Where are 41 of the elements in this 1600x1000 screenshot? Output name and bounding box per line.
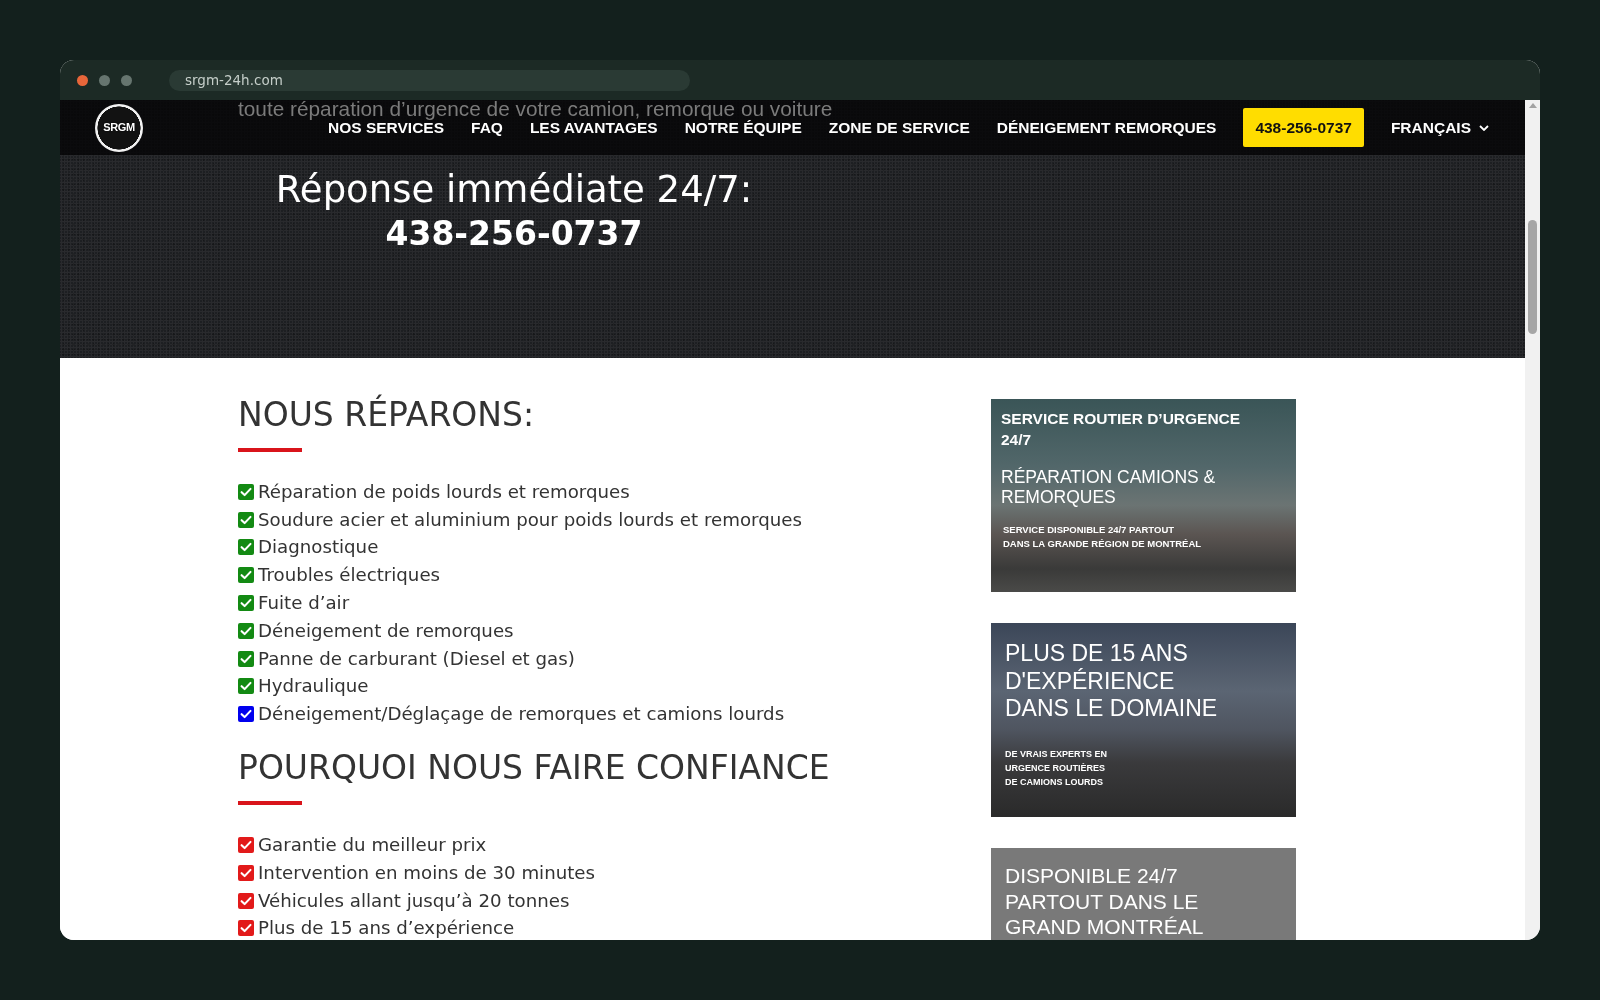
nav-link[interactable]: ZONE DE SERVICE <box>828 119 970 136</box>
list-item-text: Déneigement de remorques <box>258 620 514 641</box>
nav-link[interactable]: NOS SERVICES <box>328 119 445 136</box>
window-dot-icon[interactable] <box>121 74 132 86</box>
chevron-down-icon <box>1479 124 1489 131</box>
section-heading: POURQUOI NOUS FAIRE CONFIANCE <box>238 749 831 788</box>
banner-note: SERVICE DISPONIBLE 24/7 PARTOUT DANS LA GRANDE RÉGION DE MONTRÉAL <box>1003 523 1203 551</box>
intro-text: toute réparation d’urgence de votre camion, remorque ou voiture <box>238 100 833 118</box>
nav-link[interactable]: FAQ <box>471 119 503 136</box>
list-item-text: Plus de 15 ans d’expérience <box>258 918 515 939</box>
phone-button[interactable]: 438-256-0737 <box>1243 108 1364 147</box>
list-item-text: Soudure acier et aluminium pour poids lourds et remorques <box>258 509 802 530</box>
banner-title: SERVICE ROUTIER D’URGENCE 24/7 <box>1001 409 1242 450</box>
list-item-text: Panne de carburant (Diesel et gas) <box>258 648 575 669</box>
list-item-text: Déneigement/Déglaçage de remorques et camions lourds <box>258 704 785 725</box>
list-item-text: Diagnostique <box>258 537 379 558</box>
nav-link[interactable]: LES AVANTAGES <box>529 119 658 136</box>
nav-link[interactable]: NOTRE ÉQUIPE <box>684 119 802 136</box>
hero-headline: Réponse immédiate 24/7: <box>274 169 754 211</box>
logo[interactable]: SRGM <box>95 103 143 152</box>
section-heading: NOUS RÉPARONS: <box>238 396 536 434</box>
window-dot-icon[interactable] <box>99 74 110 86</box>
scroll-up-arrow-icon[interactable] <box>1528 103 1537 108</box>
hero-phone-number[interactable]: 438-256-0737 <box>385 214 643 254</box>
address-bar[interactable]: srgm-24h.com <box>169 69 690 91</box>
banner-title: PLUS DE 15 ANS D'EXPÉRIENCE DANS LE DOMAINE <box>1005 640 1219 723</box>
window-dot-icon[interactable] <box>77 74 88 86</box>
list-item-text: Véhicules allant jusqu’à 20 tonnes <box>258 890 570 911</box>
banner-title: DISPONIBLE 24/7 PARTOUT DANS LE GRAND MONTRÉAL <box>1005 863 1205 940</box>
list-item-text: Intervention en moins de 30 minutes <box>258 862 596 883</box>
nav-link[interactable]: DÉNEIGEMENT REMORQUES <box>996 119 1217 136</box>
banner-subtitle: RÉPARATION CAMIONS & REMORQUES <box>1001 467 1217 507</box>
list-item-text: Troubles électriques <box>258 565 441 586</box>
banner-note: DE VRAIS EXPERTS EN URGENCE ROUTIÈRES DE CAMIONS LOURDS <box>1005 747 1109 789</box>
scrollbar-thumb[interactable] <box>1528 220 1537 334</box>
list-item-text: Garantie du meilleur prix <box>258 835 487 856</box>
scrollbar[interactable] <box>1525 100 1540 940</box>
list-item-text: Fuite d’air <box>258 593 350 614</box>
list-item-text: Réparation de poids lourds et remorques <box>258 481 630 502</box>
language-dropdown[interactable]: FRANÇAIS <box>1390 119 1489 136</box>
list-item-text: Hydraulique <box>258 676 369 697</box>
